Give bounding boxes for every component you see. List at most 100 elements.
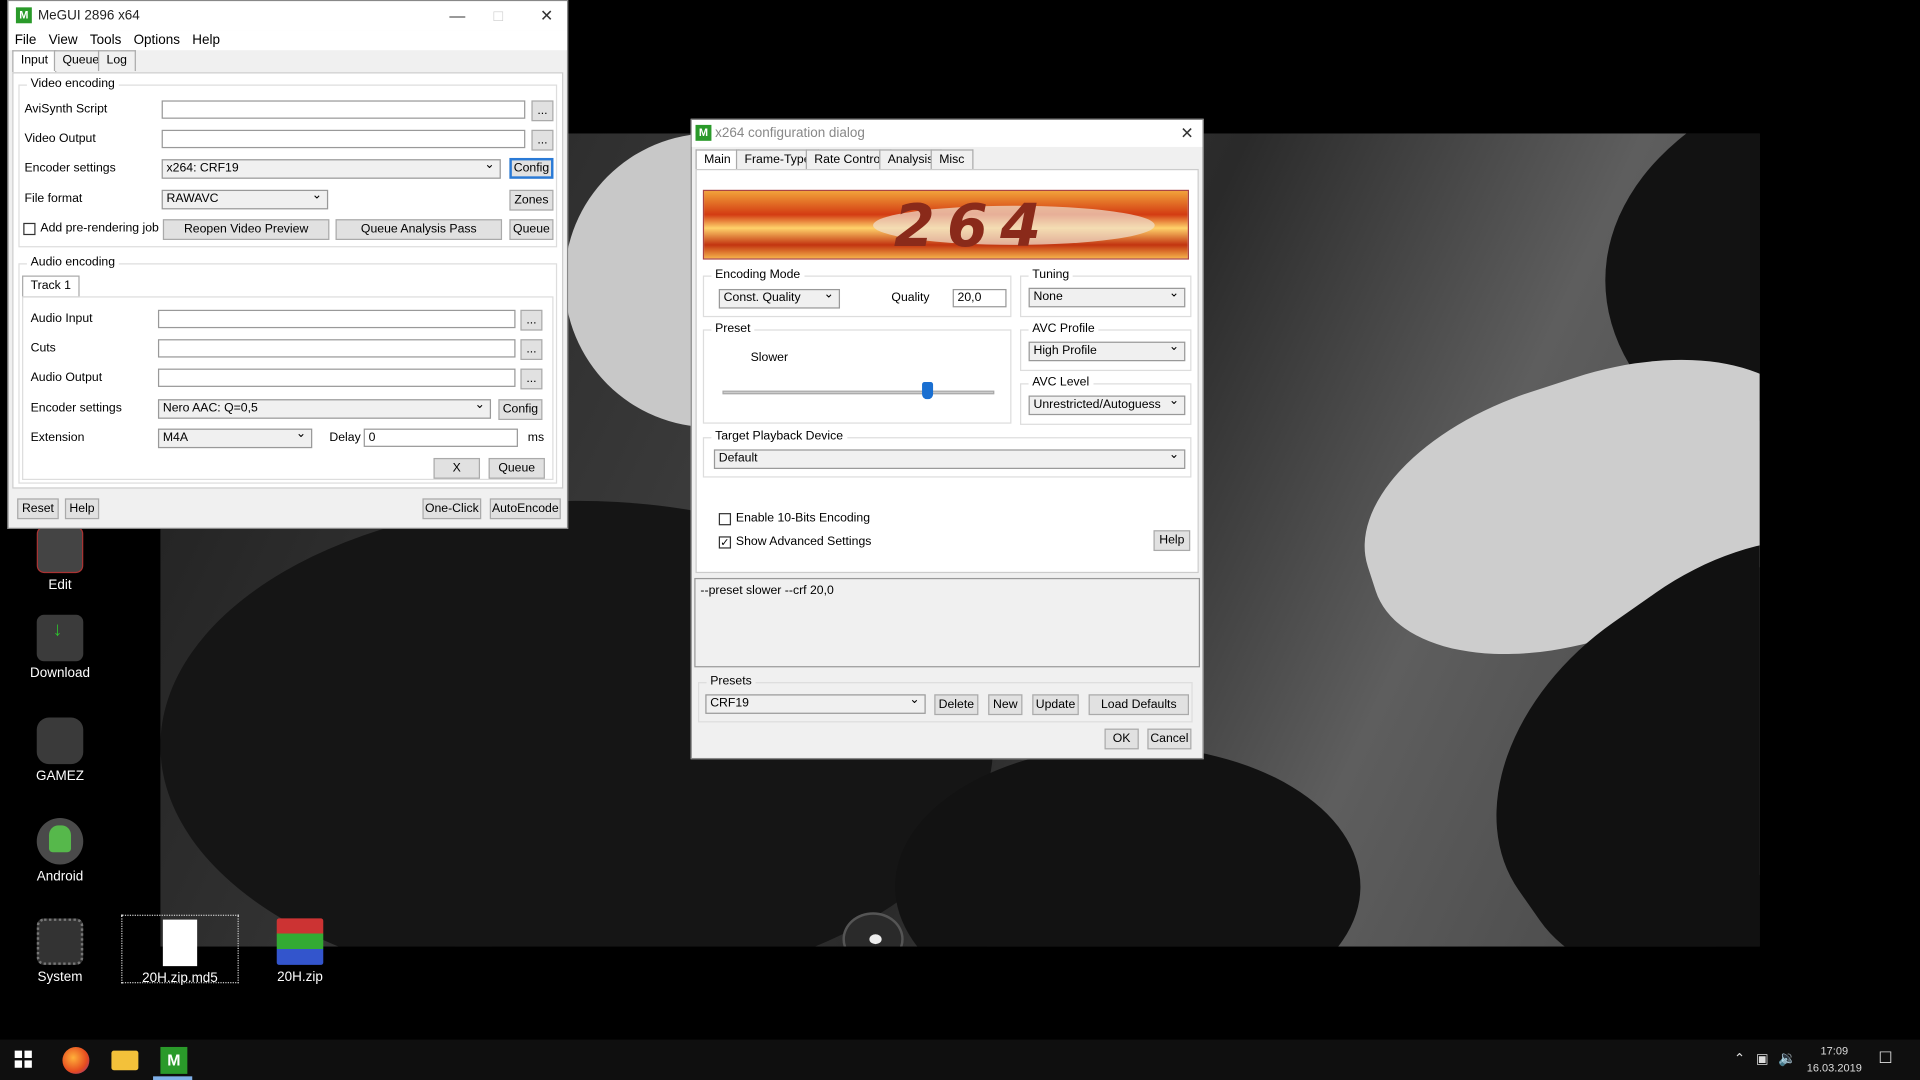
edit-icon [36, 526, 84, 574]
x264-close-icon[interactable]: ✕ [1180, 124, 1193, 144]
audio-config-button[interactable]: Config [498, 399, 543, 421]
video-queue-button[interactable]: Queue [509, 219, 554, 241]
audio-output-field[interactable] [157, 368, 516, 387]
quality-label: Quality [891, 291, 930, 305]
tab-misc[interactable]: Misc [930, 149, 973, 171]
x264-titlebar[interactable]: M x264 configuration dialog ✕ [691, 120, 1203, 147]
one-click-button[interactable]: One-Click [422, 498, 482, 520]
video-output-input[interactable] [161, 129, 526, 149]
close-icon[interactable]: ✕ [540, 6, 553, 26]
menu-help[interactable]: Help [186, 31, 226, 51]
audio-queue-button[interactable]: Queue [488, 457, 545, 479]
new-preset-button[interactable]: New [988, 694, 1023, 716]
taskbar: M ⌃ ▣ 🔉 17:09 16.03.2019 ☐ [0, 1039, 1920, 1080]
menu-view[interactable]: View [43, 31, 84, 51]
menu-options[interactable]: Options [127, 31, 186, 51]
file-format-select[interactable]: RAWAVC [161, 189, 329, 210]
avc-level-select[interactable]: Unrestricted/Autoguess [1028, 394, 1186, 416]
advanced-checkbox[interactable]: ✓ [718, 536, 732, 549]
preset-slider-thumb[interactable] [921, 382, 933, 400]
megui-titlebar[interactable]: M MeGUI 2896 x64 — □ ✕ [8, 1, 567, 31]
preset-slider-track[interactable] [722, 390, 995, 395]
audio-output-label: Audio Output [30, 371, 103, 385]
help-button[interactable]: Help [64, 498, 100, 520]
ok-button[interactable]: OK [1104, 728, 1139, 750]
video-encoder-select[interactable]: x264: CRF19 [161, 158, 501, 179]
x264-tabs: Main Frame-Type Rate Control Analysis Mi… [692, 149, 1203, 172]
firefox-icon[interactable] [62, 1046, 90, 1074]
desktop-icon-android[interactable]: Android [11, 817, 109, 884]
delete-preset-button[interactable]: Delete [934, 694, 979, 716]
tab-input[interactable]: Input [12, 50, 57, 73]
preset-select[interactable]: CRF19 [705, 693, 926, 714]
notifications-icon[interactable]: ☐ [1878, 1048, 1892, 1068]
reset-button[interactable]: Reset [17, 498, 59, 520]
avc-profile-select[interactable]: High Profile [1028, 340, 1186, 362]
tab-log[interactable]: Log [97, 50, 136, 72]
extension-select[interactable]: M4A [157, 427, 313, 449]
megui-taskbar-icon[interactable]: M [160, 1046, 188, 1074]
tab-track-1[interactable]: Track 1 [22, 275, 80, 298]
avc-profile-group: AVC Profile High Profile [1020, 322, 1192, 372]
desktop-icon-edit[interactable]: Edit [11, 526, 109, 593]
update-preset-button[interactable]: Update [1032, 694, 1079, 716]
encoding-mode-label: Encoding Mode [711, 268, 804, 282]
zones-button[interactable]: Zones [509, 189, 554, 211]
network-icon[interactable]: ▣ [1756, 1051, 1769, 1067]
delay-label: Delay [329, 431, 361, 445]
autoencode-button[interactable]: AutoEncode [489, 498, 561, 520]
desktop-icon-download[interactable]: ↓ Download [11, 614, 109, 681]
megui-window: M MeGUI 2896 x64 — □ ✕ File View Tools Opti… [7, 0, 569, 529]
avisynth-input[interactable] [161, 100, 526, 119]
audio-clear-button[interactable]: X [433, 457, 481, 479]
start-icon[interactable] [14, 1050, 32, 1068]
desktop-icon-zip[interactable]: 20H.zip [251, 918, 349, 984]
video-config-button[interactable]: Config [509, 157, 554, 179]
clock-time[interactable]: 17:09 [1810, 1044, 1859, 1056]
avisynth-browse-button[interactable]: ... [531, 100, 554, 122]
prerender-label: Add pre-rendering job [40, 221, 159, 236]
video-encoding-label: Video encoding [26, 77, 119, 91]
cuts-browse-button[interactable]: ... [520, 339, 543, 361]
file-explorer-icon[interactable] [111, 1050, 139, 1071]
desktop-icon-md5[interactable]: 20H.zip.md5 [121, 914, 239, 986]
quality-input[interactable]: 20,0 [952, 288, 1007, 308]
volume-icon[interactable]: 🔉 [1778, 1049, 1796, 1066]
desktop-icon-gamez[interactable]: GAMEZ [11, 717, 109, 784]
tenbit-checkbox[interactable] [718, 513, 732, 526]
clock-date[interactable]: 16.03.2019 [1802, 1062, 1866, 1074]
input-panel: Video encoding AviSynth Script ... Video… [12, 72, 564, 489]
audio-encoder-select[interactable]: Nero AAC: Q=0,5 [157, 398, 492, 419]
preset-label: Preset [711, 322, 755, 336]
tuning-select[interactable]: None [1028, 287, 1186, 308]
audio-output-browse-button[interactable]: ... [520, 368, 543, 390]
load-defaults-button[interactable]: Load Defaults [1088, 694, 1189, 716]
maximize-icon[interactable]: □ [493, 6, 503, 24]
menu-tools[interactable]: Tools [84, 31, 128, 51]
chevron-up-icon[interactable]: ⌃ [1734, 1051, 1745, 1067]
delay-input[interactable]: 0 [363, 428, 518, 447]
minimize-icon[interactable]: — [449, 6, 465, 24]
x264-logo-icon: M [695, 124, 712, 141]
gamez-icon [36, 717, 84, 765]
reopen-preview-button[interactable]: Reopen Video Preview [162, 219, 330, 241]
menu-file[interactable]: File [9, 31, 43, 51]
encoding-mode-select[interactable]: Const. Quality [718, 288, 841, 309]
video-output-browse-button[interactable]: ... [531, 129, 554, 151]
x264-banner-text: 264 [893, 192, 1054, 260]
desktop-icon-system[interactable]: System [11, 918, 109, 984]
cuts-field[interactable] [157, 339, 516, 358]
x264-main-panel: 264 Encoding Mode Const. Quality Quality… [695, 168, 1199, 574]
audio-input-field[interactable] [157, 309, 516, 329]
playback-device-select[interactable]: Default [713, 448, 1186, 469]
megui-menubar: File View Tools Options Help [8, 30, 567, 51]
presets-group: Presets CRF19 Delete New Update Load Def… [697, 674, 1193, 723]
presets-label: Presets [706, 674, 756, 689]
screen: Edit ↓ Download GAMEZ Android System 20H… [0, 0, 1920, 1080]
audio-input-browse-button[interactable]: ... [520, 309, 543, 331]
queue-analysis-button[interactable]: Queue Analysis Pass [335, 219, 503, 241]
commandline-box[interactable]: --preset slower --crf 20,0 [694, 577, 1201, 668]
prerender-checkbox[interactable] [23, 222, 36, 236]
cancel-button[interactable]: Cancel [1147, 728, 1192, 750]
x264-help-button[interactable]: Help [1153, 530, 1191, 552]
